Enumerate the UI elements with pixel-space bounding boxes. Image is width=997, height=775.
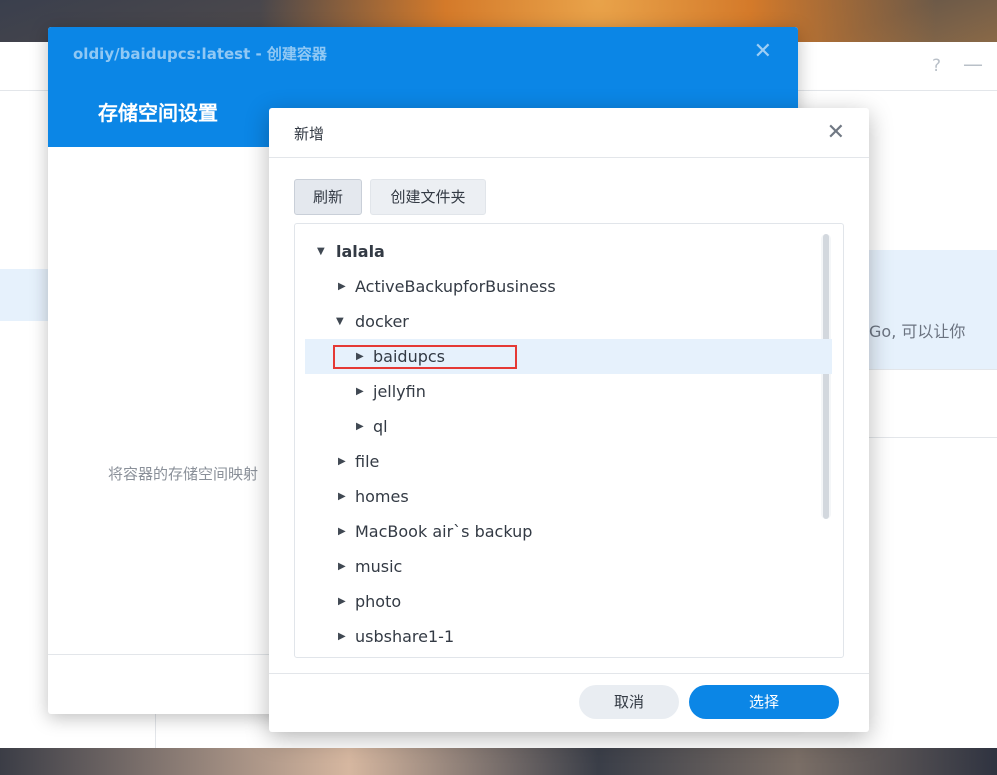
caret-down-icon[interactable]: ▼	[317, 234, 325, 269]
close-icon[interactable]: ✕	[827, 120, 845, 145]
caret-right-icon[interactable]: ▶	[338, 549, 346, 584]
minimize-icon[interactable]: —	[963, 52, 983, 76]
tree-item-label: photo	[355, 592, 402, 611]
tree-item-label: ActiveBackupforBusiness	[355, 277, 556, 296]
tree-item-label: ql	[373, 417, 388, 436]
tree-item-label: music	[355, 557, 403, 576]
desktop-wallpaper-bottom	[0, 747, 997, 775]
wizard-description: 将容器的存储空间映射	[108, 465, 259, 483]
divider	[860, 369, 997, 370]
caret-right-icon[interactable]: ▶	[338, 479, 346, 514]
tree-item-label: file	[355, 452, 380, 471]
tree-item[interactable]: ▶ ActiveBackupforBusiness	[305, 269, 832, 304]
caret-right-icon[interactable]: ▶	[338, 619, 346, 654]
question-icon[interactable]: ?	[932, 56, 941, 76]
tree-item[interactable]: ▶ homes	[305, 479, 832, 514]
tree-item-label: MacBook air`s backup	[355, 522, 533, 541]
tree-item-root[interactable]: ▼ lalala	[305, 234, 832, 269]
select-button[interactable]: 选择	[689, 685, 839, 719]
tree-item[interactable]: ▶ file	[305, 444, 832, 479]
caret-down-icon[interactable]: ▼	[336, 304, 344, 339]
tree-item-label: usbshare1-1	[355, 627, 455, 646]
caret-right-icon[interactable]: ▶	[338, 514, 346, 549]
package-description: Go, 可以让你	[869, 322, 966, 341]
caret-right-icon[interactable]: ▶	[338, 269, 346, 304]
caret-right-icon[interactable]: ▶	[338, 444, 346, 479]
divider	[269, 157, 869, 158]
tree-item-label: homes	[355, 487, 409, 506]
tree-item[interactable]: ▶ ql	[305, 409, 832, 444]
tree-item[interactable]: ▶ photo	[305, 584, 832, 619]
divider	[860, 437, 997, 438]
highlight-box	[333, 345, 517, 369]
tree-item[interactable]: ▶ music	[305, 549, 832, 584]
folder-tree: ▼ lalala ▶ ActiveBackupforBusiness ▼ doc…	[294, 223, 844, 658]
wizard-window-title: oldiy/baidupcs:latest - 创建容器	[73, 45, 327, 63]
add-folder-dialog: 新增 ✕ 刷新 创建文件夹 ▼ lalala ▶ ActiveBackupfor…	[269, 108, 869, 732]
tree-item[interactable]: ▼ docker	[305, 304, 832, 339]
close-icon[interactable]: ✕	[754, 39, 772, 64]
tree-item[interactable]: ▶ MacBook air`s backup	[305, 514, 832, 549]
cancel-button[interactable]: 取消	[579, 685, 679, 719]
wizard-step-title: 存储空间设置	[98, 101, 218, 125]
package-row-selected[interactable]	[860, 250, 997, 369]
dialog-title: 新增	[294, 125, 325, 143]
caret-right-icon[interactable]: ▶	[338, 584, 346, 619]
divider	[269, 673, 869, 674]
create-folder-button[interactable]: 创建文件夹	[370, 179, 486, 215]
tree-item[interactable]: ▶ jellyfin	[305, 374, 832, 409]
tree-item-label: jellyfin	[373, 382, 426, 401]
refresh-button[interactable]: 刷新	[294, 179, 362, 215]
caret-right-icon[interactable]: ▶	[356, 409, 364, 444]
caret-right-icon[interactable]: ▶	[356, 374, 364, 409]
tree-item-label: lalala	[336, 242, 385, 261]
tree-item-label: docker	[355, 312, 409, 331]
tree-item[interactable]: ▶ usbshare1-1	[305, 619, 832, 654]
tree-item-selected[interactable]: ▶ baidupcs	[305, 339, 832, 374]
